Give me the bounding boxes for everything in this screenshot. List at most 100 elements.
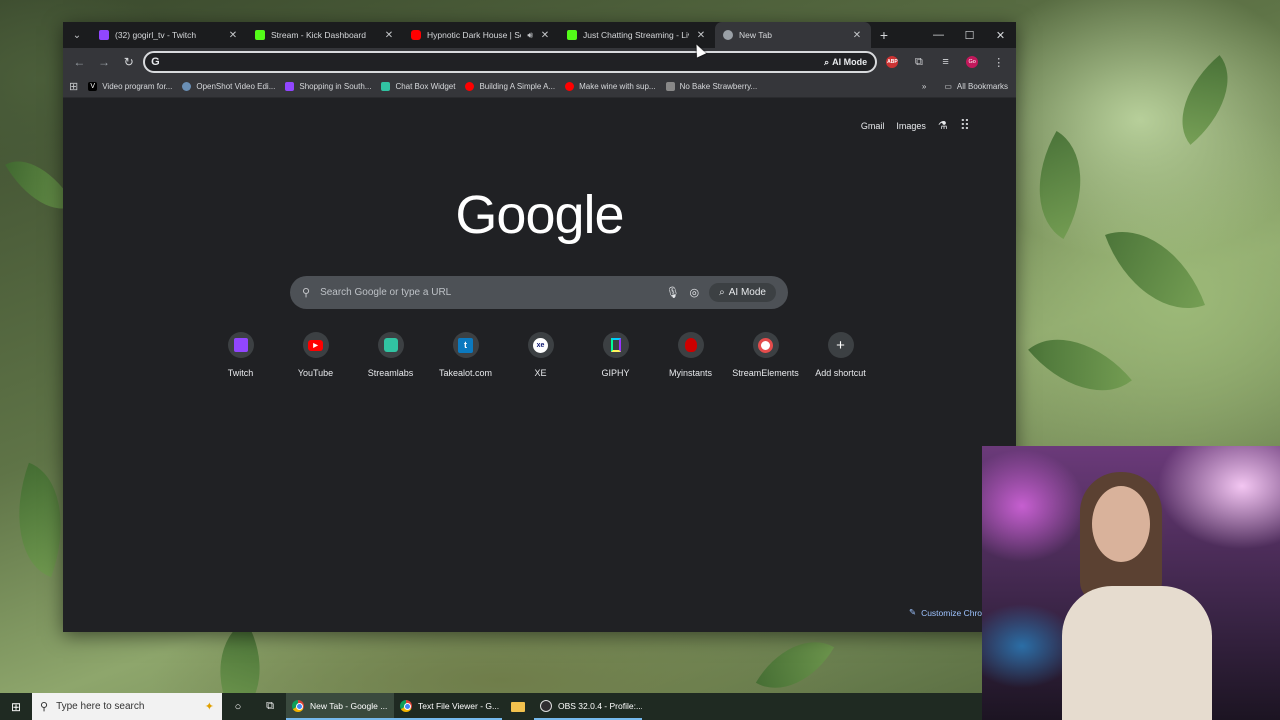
google-apps-grid-icon[interactable]: ⠿ (960, 117, 970, 134)
plus-icon: + (827, 332, 854, 358)
google-lens-icon[interactable]: ◎ (690, 286, 700, 299)
wallpaper-leaf (1028, 311, 1132, 419)
bookmark-item[interactable]: No Bake Strawberry... (665, 82, 757, 91)
youtube-favicon-icon (565, 82, 575, 91)
folder-icon (511, 701, 525, 712)
streamelements-icon (752, 332, 779, 358)
taskbar-app-chrome-new-tab[interactable]: New Tab - Google ... (286, 693, 394, 720)
close-icon[interactable]: ✕ (227, 30, 239, 41)
obs-icon (540, 699, 552, 712)
bookmark-item[interactable]: OpenShot Video Edi... (182, 82, 275, 91)
ntp-search-box[interactable]: ⚲ 🎙︎ ◎ ⌕ AI Mode (290, 276, 788, 309)
tab-just-chatting[interactable]: Just Chatting Streaming - Live ✕ (559, 22, 715, 48)
kick-favicon-icon (255, 30, 265, 40)
address-input[interactable] (165, 56, 815, 68)
close-window-icon[interactable]: ✕ (985, 22, 1016, 48)
v-favicon-icon: V (88, 82, 98, 91)
close-icon[interactable]: ✕ (695, 30, 707, 41)
bookmark-label: OpenShot Video Edi... (196, 82, 276, 91)
shortcut-label: XE (534, 368, 547, 378)
adblock-extension-icon[interactable]: ABP (881, 51, 904, 73)
ntp-search-input[interactable] (320, 287, 656, 298)
ntp-ai-mode-button[interactable]: ⌕ AI Mode (709, 283, 776, 302)
ai-mode-label: AI Mode (832, 57, 868, 67)
taskbar-app-file-explorer[interactable] (502, 693, 534, 720)
tab-search-chevron-icon[interactable]: ⌄ (63, 22, 91, 48)
shortcut-takealot[interactable]: t Takealot.com (428, 332, 503, 378)
search-icon: ⚲ (302, 287, 311, 299)
close-icon[interactable]: ✕ (539, 30, 551, 41)
takealot-icon: t (452, 332, 479, 358)
taskbar-search-box[interactable]: ⚲ Type here to search ✦ (32, 693, 222, 720)
media-controls-icon[interactable]: ≡ (934, 51, 957, 73)
browser-toolbar: ← → ↻ G ⌕ AI Mode ABP ⧉ ≡ Go ⋮ (63, 48, 1016, 76)
tab-title: (32) gogirl_tv - Twitch (115, 30, 197, 40)
kebab-menu-icon[interactable]: ⋮ (987, 51, 1010, 73)
profile-avatar[interactable]: Go (961, 51, 984, 73)
xe-icon: xe (527, 332, 554, 358)
tab-hypnotic-dark-house[interactable]: Hypnotic Dark House | Sou 🔊︎ ✕ (403, 22, 559, 48)
tab-strip: ⌄ (32) gogirl_tv - Twitch ✕ Stream - Kic… (63, 22, 1016, 48)
shortcut-youtube[interactable]: ▶ YouTube (278, 332, 353, 378)
cortana-circle-icon[interactable]: ○ (222, 693, 254, 720)
tab-title: Just Chatting Streaming - Live (583, 30, 689, 40)
shortcut-label: StreamElements (732, 368, 799, 378)
ai-mode-button[interactable]: ⌕ AI Mode (820, 57, 871, 68)
images-link[interactable]: Images (896, 121, 926, 131)
profile-initials: Go (966, 56, 979, 68)
apps-grid-icon[interactable]: ⊞ (69, 80, 78, 93)
openshot-favicon-icon (182, 82, 192, 91)
taskbar-app-obs[interactable]: OBS 32.0.4 - Profile:... (534, 693, 642, 720)
shortcut-streamelements[interactable]: StreamElements (728, 332, 803, 378)
shortcut-streamlabs[interactable]: Streamlabs (353, 332, 428, 378)
tab-new-tab[interactable]: New Tab ✕ (715, 22, 871, 48)
customize-chrome-button[interactable]: ✎ Customize Chro (909, 607, 982, 618)
all-bookmarks-button[interactable]: ▭ All Bookmarks (944, 82, 1008, 91)
shortcut-add[interactable]: + Add shortcut (803, 332, 878, 378)
address-bar[interactable]: G ⌕ AI Mode (143, 51, 878, 73)
labs-flask-icon[interactable]: ⚗ (938, 119, 948, 132)
tab-title: Hypnotic Dark House | Sou (427, 30, 522, 40)
close-icon[interactable]: ✕ (851, 30, 863, 41)
shortcut-tiles: Twitch ▶ YouTube Streamlabs t Takealot.c… (203, 332, 878, 378)
shortcut-label: Takealot.com (438, 368, 493, 378)
youtube-favicon-icon (465, 82, 475, 91)
shortcut-xe[interactable]: xe XE (503, 332, 578, 378)
bookmark-item[interactable]: Make wine with sup... (565, 82, 656, 91)
windows-start-icon[interactable]: ⊞ (0, 693, 32, 720)
minimize-icon[interactable]: — (923, 22, 954, 48)
forward-arrow-icon[interactable]: → (94, 51, 115, 73)
bookmark-item[interactable]: Chat Box Widget (381, 82, 455, 91)
bookmark-item[interactable]: V Video program for... (88, 82, 172, 91)
taskbar-app-chrome-text-viewer[interactable]: Text File Viewer - G... (394, 693, 502, 720)
shortcut-myinstants[interactable]: Myinstants (653, 332, 728, 378)
speaker-icon[interactable]: 🔊︎ (527, 30, 533, 41)
back-arrow-icon[interactable]: ← (69, 51, 90, 73)
shortcut-giphy[interactable]: GIPHY (578, 332, 653, 378)
shortcut-label: Twitch (227, 368, 254, 378)
bookmarks-bar: ⊞ V Video program for... OpenShot Video E… (63, 76, 1016, 98)
customize-label: Customize Chro (921, 607, 982, 618)
kick-favicon-icon (567, 30, 577, 40)
taskbar-app-label: Text File Viewer - G... (418, 700, 500, 711)
tab-kick-dashboard[interactable]: Stream - Kick Dashboard ✕ (247, 22, 403, 48)
reload-icon[interactable]: ↻ (118, 51, 139, 73)
extensions-puzzle-icon[interactable]: ⧉ (908, 51, 931, 73)
shortcut-twitch[interactable]: Twitch (203, 332, 278, 378)
task-view-icon[interactable]: ⧉ (254, 693, 286, 720)
close-icon[interactable]: ✕ (383, 30, 395, 41)
maximize-icon[interactable]: ☐ (954, 22, 985, 48)
streamlabs-icon (377, 332, 404, 358)
window-controls: — ☐ ✕ (923, 22, 1016, 48)
new-tab-button[interactable]: + (871, 22, 897, 48)
ai-search-icon: ⌕ (824, 56, 830, 67)
microphone-icon[interactable]: 🎙︎ (666, 286, 680, 299)
bookmark-item[interactable]: Building A Simple A... (465, 82, 555, 91)
more-bookmarks-chevron-icon[interactable]: » (922, 82, 926, 91)
bookmark-item[interactable]: Shopping in South... (285, 82, 371, 91)
tab-twitch[interactable]: (32) gogirl_tv - Twitch ✕ (91, 22, 247, 48)
bookmark-label: Shopping in South... (299, 82, 372, 91)
youtube-icon: ▶ (302, 332, 329, 358)
shortcut-label: Add shortcut (815, 368, 866, 378)
gmail-link[interactable]: Gmail (861, 121, 885, 131)
